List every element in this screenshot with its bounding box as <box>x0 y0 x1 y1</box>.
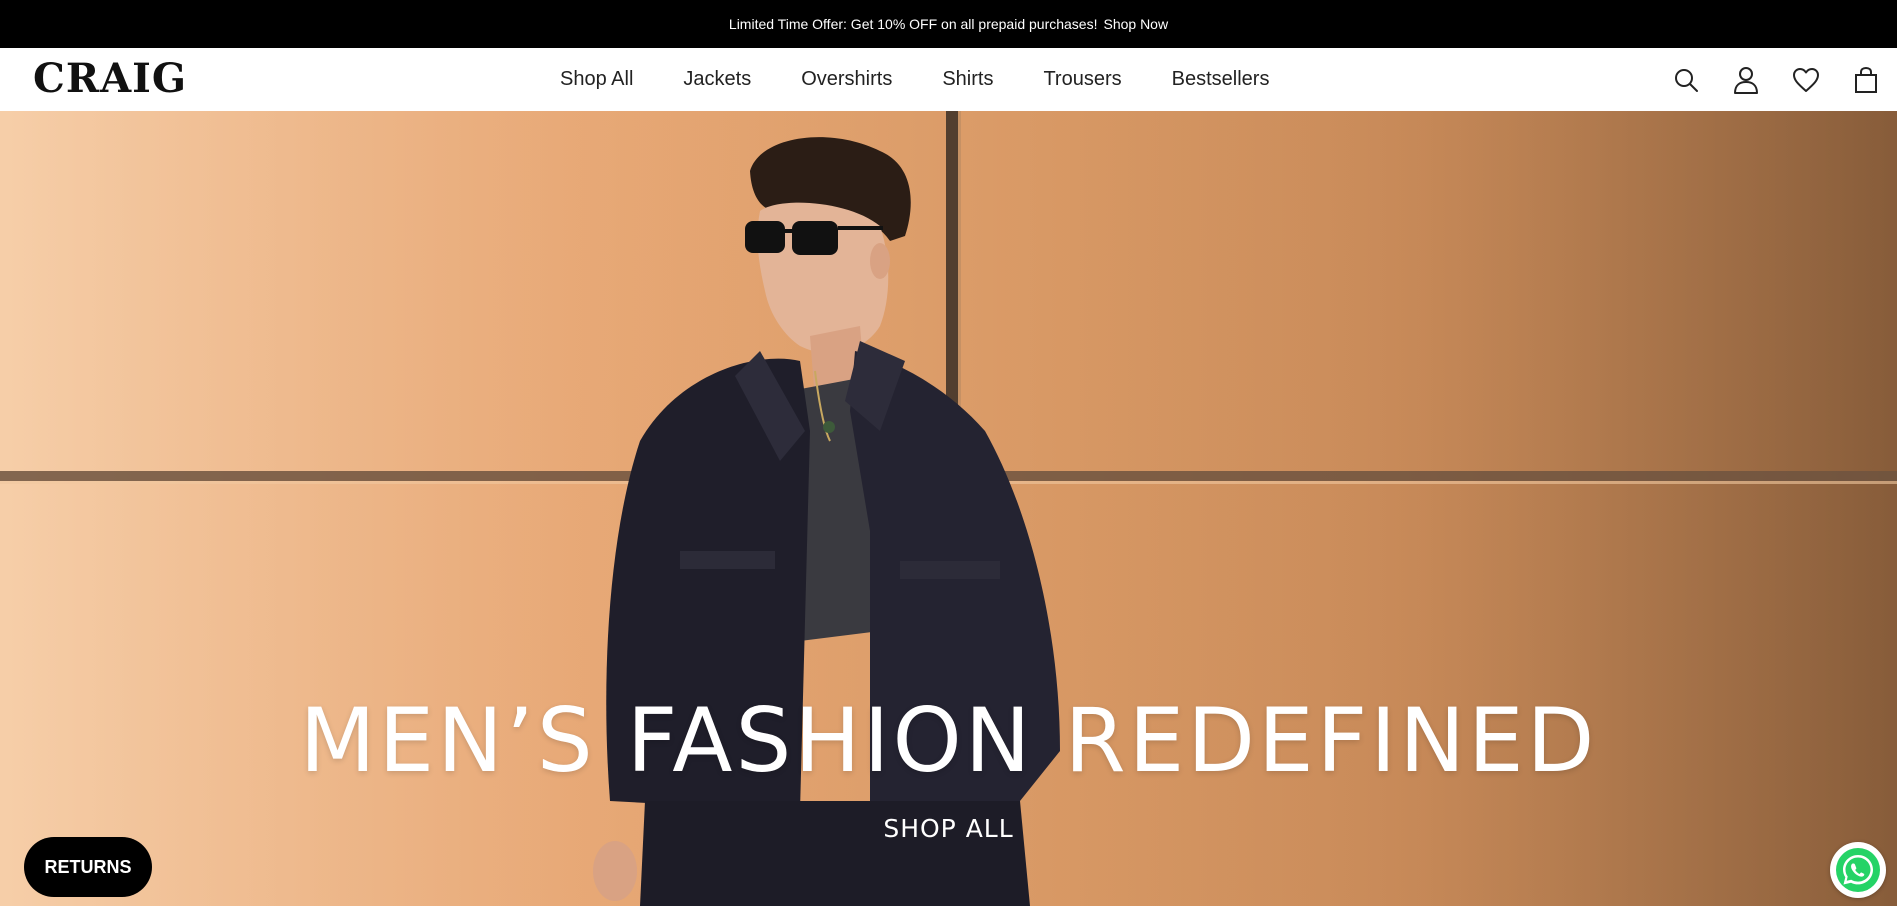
search-icon[interactable] <box>1671 65 1701 95</box>
nav-item-jackets[interactable]: Jackets <box>683 68 751 91</box>
brand-logo[interactable]: CRAIG <box>33 57 187 101</box>
wishlist-heart-icon[interactable] <box>1791 65 1821 95</box>
returns-button[interactable]: RETURNS <box>24 837 152 897</box>
site-header: CRAIG Shop All Jackets Overshirts Shirts… <box>0 48 1897 112</box>
nav-item-shirts[interactable]: Shirts <box>942 68 993 91</box>
hero-shop-all-link[interactable]: SHOP ALL <box>0 814 1897 843</box>
cart-bag-icon[interactable] <box>1851 65 1881 95</box>
whatsapp-chat-button[interactable] <box>1830 842 1886 898</box>
nav-item-shop-all[interactable]: Shop All <box>560 68 633 91</box>
announcement-shop-now-link[interactable]: Shop Now <box>1103 16 1168 32</box>
nav-item-trousers[interactable]: Trousers <box>1043 68 1121 91</box>
header-icons <box>1641 48 1881 111</box>
announcement-bar: Limited Time Offer: Get 10% OFF on all p… <box>0 0 1897 48</box>
announcement-offer-text: Limited Time Offer: Get 10% OFF on all p… <box>728 16 1098 32</box>
page: Limited Time Offer: Get 10% OFF on all p… <box>0 0 1897 906</box>
hero-title: MEN’S FASHION REDEFINED <box>299 689 1598 792</box>
main-nav: Shop All Jackets Overshirts Shirts Trous… <box>560 48 1269 111</box>
whatsapp-icon <box>1836 848 1880 892</box>
nav-item-overshirts[interactable]: Overshirts <box>801 68 892 91</box>
hero-cta-label[interactable]: SHOP ALL <box>883 814 1013 843</box>
account-icon[interactable] <box>1731 65 1761 95</box>
nav-item-bestsellers[interactable]: Bestsellers <box>1172 68 1270 91</box>
hero-banner[interactable]: MEN’S FASHION REDEFINED SHOP ALL <box>0 111 1897 906</box>
